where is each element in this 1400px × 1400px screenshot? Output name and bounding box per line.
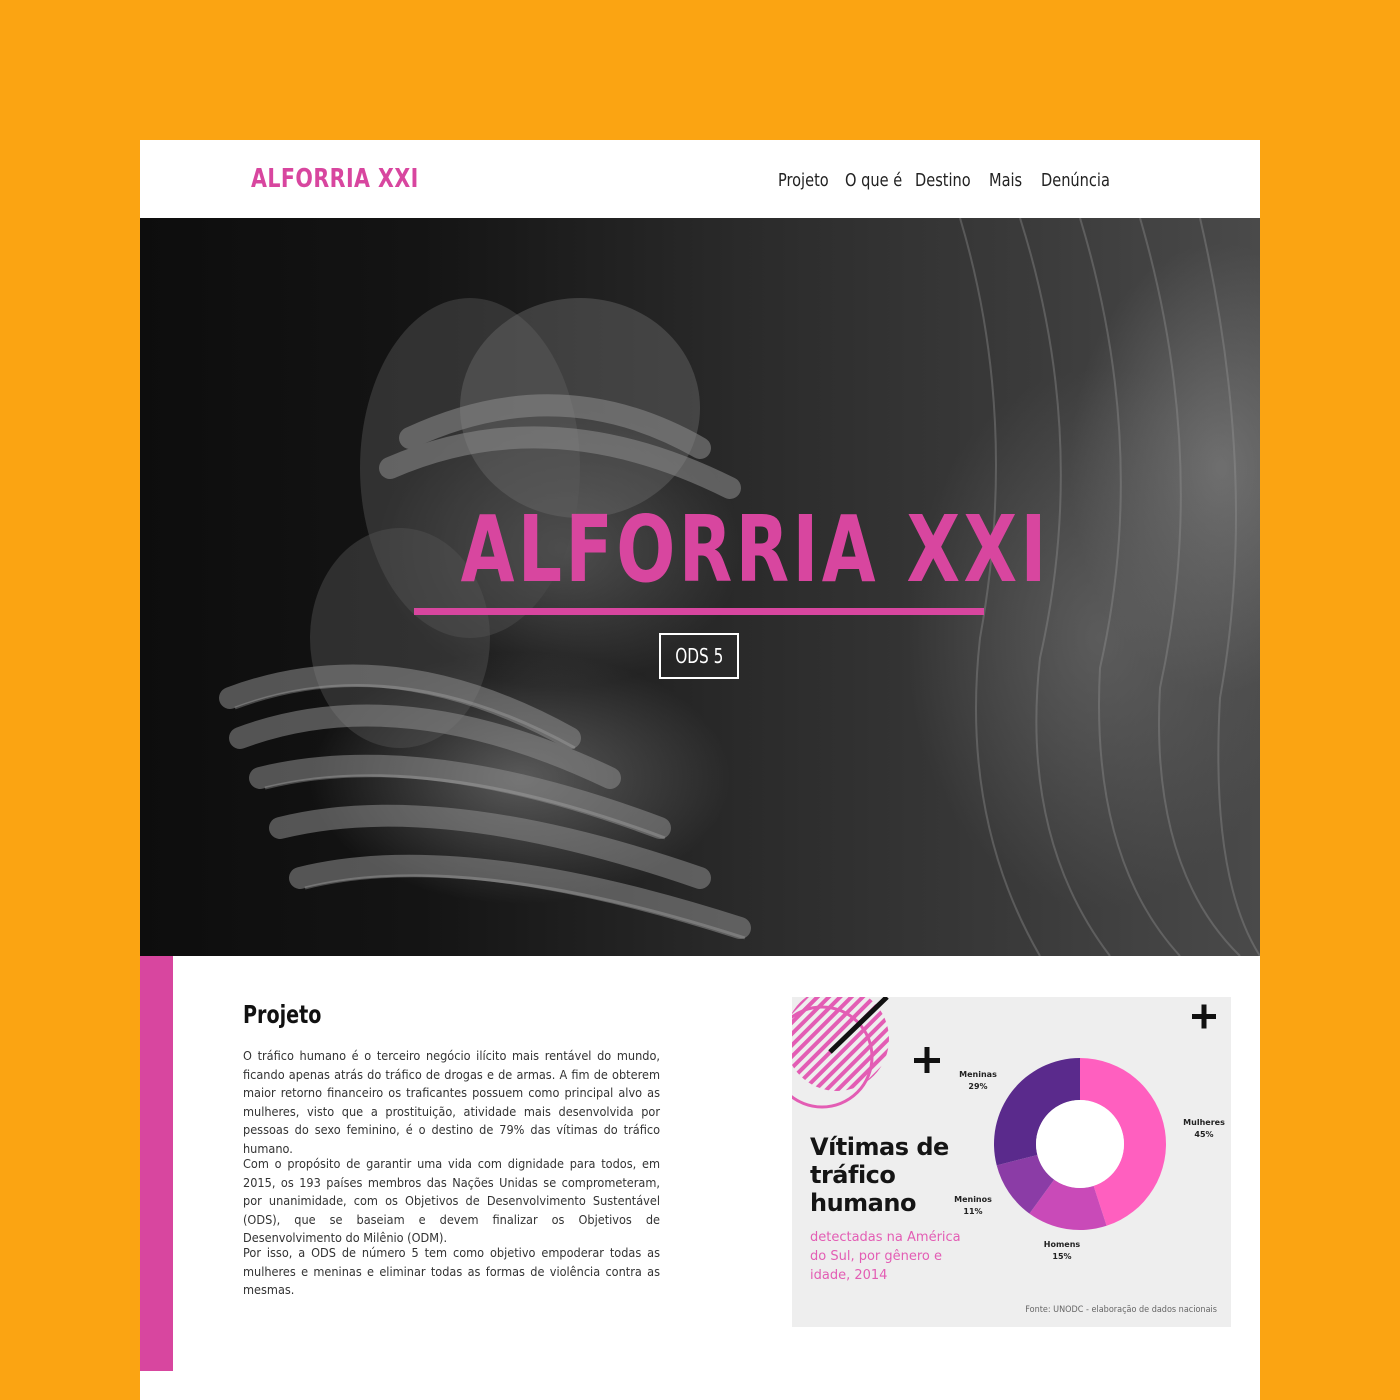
donut-hole xyxy=(1036,1100,1124,1188)
slice-value-mulheres: 45% xyxy=(1194,1130,1214,1139)
slice-label-homens: Homens 15% xyxy=(1032,1239,1092,1263)
pink-side-accent xyxy=(140,956,173,1371)
project-paragraph-1: O tráfico humano é o terceiro negócio il… xyxy=(243,1048,660,1156)
slice-label-meninas: Meninas 29% xyxy=(948,1069,1008,1093)
slice-name-meninas: Meninas xyxy=(959,1070,997,1079)
donut-chart xyxy=(994,1058,1166,1230)
nav-item-mais[interactable]: Mais xyxy=(989,170,1022,191)
plus-icon-right xyxy=(1192,1004,1216,1029)
project-section-title: Projeto xyxy=(243,1000,322,1029)
slice-value-meninos: 11% xyxy=(963,1207,983,1216)
infographic-subtitle: detectadas na América do Sul, por gênero… xyxy=(810,1230,961,1283)
slice-name-meninos: Meninos xyxy=(954,1195,992,1204)
slice-value-meninas: 29% xyxy=(968,1082,988,1091)
slice-value-homens: 15% xyxy=(1052,1252,1072,1261)
brand-logo[interactable]: ALFORRIA XXI xyxy=(251,164,419,194)
nav-item-destino[interactable]: Destino xyxy=(915,170,971,191)
ods5-button[interactable]: ODS 5 xyxy=(659,633,739,679)
hero-title: ALFORRIA XXI xyxy=(460,496,1050,603)
infographic-source: Fonte: UNODC - elaboração de dados nacio… xyxy=(1025,1305,1217,1315)
slice-name-homens: Homens xyxy=(1043,1240,1081,1249)
top-navbar: ALFORRIA XXI Projeto O que é Destino Mai… xyxy=(140,140,1260,218)
page-frame: ALFORRIA XXI Projeto O que é Destino Mai… xyxy=(140,140,1260,1400)
victims-infographic: Vítimas de tráfico humano detectadas na … xyxy=(792,997,1231,1327)
slice-label-mulheres: Mulheres 45% xyxy=(1174,1117,1231,1141)
ods5-button-label: ODS 5 xyxy=(674,644,724,668)
nav-item-denuncia[interactable]: Denúncia xyxy=(1041,170,1110,191)
project-paragraph-3: Por isso, a ODS de número 5 tem como obj… xyxy=(243,1245,660,1298)
slice-label-meninos: Meninos 11% xyxy=(943,1194,1003,1218)
nav-item-projeto[interactable]: Projeto xyxy=(778,170,829,191)
nav-item-o-que-e[interactable]: O que é xyxy=(845,170,902,191)
project-paragraph-2: Com o propósito de garantir uma vida com… xyxy=(243,1156,660,1246)
hero-banner: ALFORRIA XXI ODS 5 xyxy=(140,218,1260,956)
plus-icon-left xyxy=(914,1047,940,1073)
slice-name-mulheres: Mulheres xyxy=(1183,1118,1225,1127)
hero-title-underline xyxy=(414,608,984,615)
